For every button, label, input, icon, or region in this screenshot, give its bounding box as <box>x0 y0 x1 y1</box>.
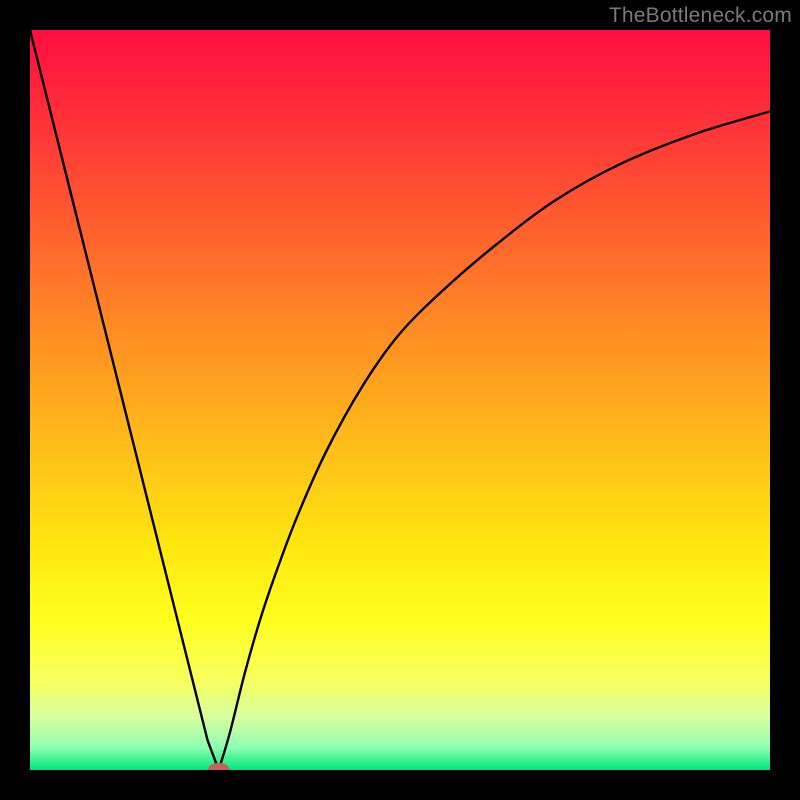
chart-frame: TheBottleneck.com <box>0 0 800 800</box>
watermark-text: TheBottleneck.com <box>609 4 792 28</box>
background-gradient <box>30 30 770 770</box>
plot-area <box>30 30 770 770</box>
chart-svg <box>30 30 770 770</box>
